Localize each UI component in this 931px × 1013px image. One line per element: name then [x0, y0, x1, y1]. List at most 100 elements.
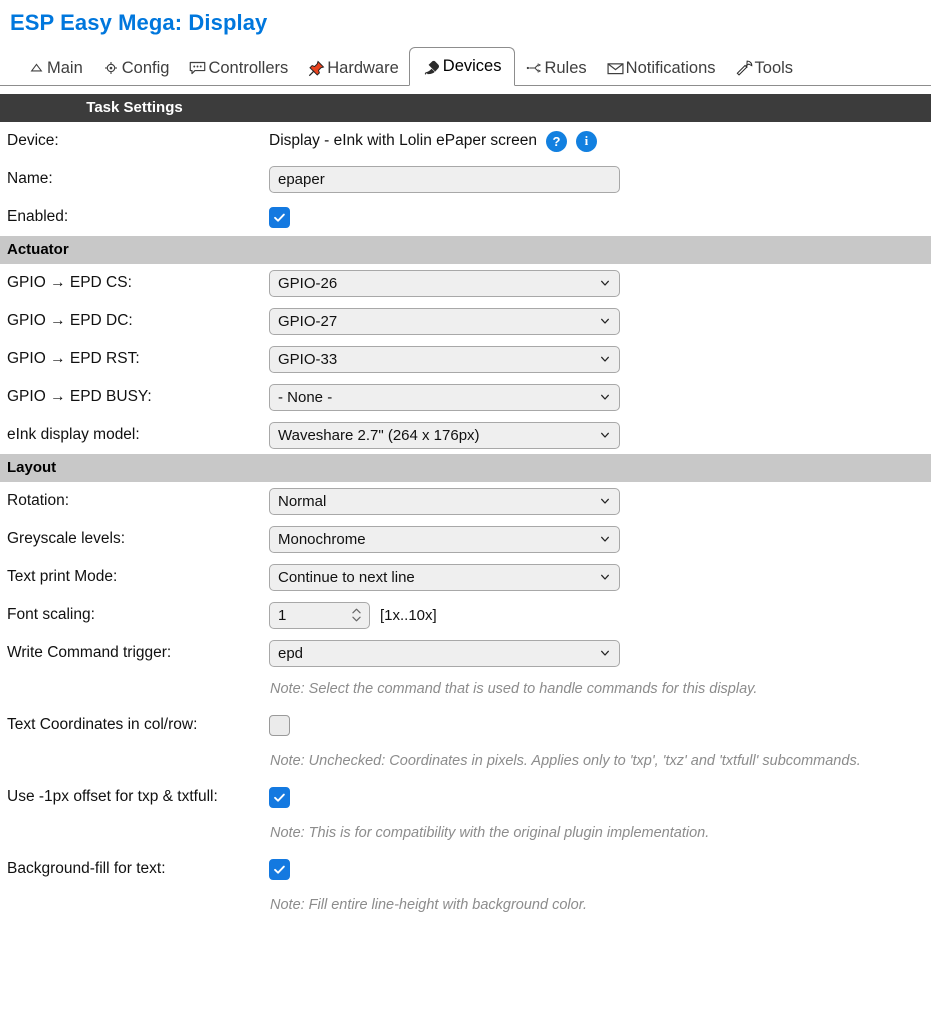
font-scaling-value: 1: [278, 606, 287, 624]
row-background-fill-note: Note: Fill entire line-height with backg…: [0, 888, 931, 922]
pin-icon: [307, 60, 326, 77]
write-command-trigger-label: Write Command trigger:: [7, 643, 172, 661]
gear-icon: [102, 60, 121, 77]
tab-main[interactable]: Main: [18, 51, 93, 85]
font-scaling-stepper[interactable]: 1: [269, 601, 370, 629]
chevron-down-icon: [601, 318, 609, 324]
row-greyscale: Greyscale levels: Monochrome: [0, 520, 931, 558]
font-scaling-label: Font scaling:: [7, 605, 95, 623]
rotation-label: Rotation:: [7, 491, 70, 509]
text-print-mode-select[interactable]: Continue to next line: [269, 563, 620, 591]
tab-config[interactable]: Config: [93, 51, 180, 85]
enabled-label: Enabled:: [7, 207, 69, 225]
tab-controllers[interactable]: Controllers: [179, 51, 298, 85]
background-fill-label: Background-fill for text:: [7, 859, 166, 877]
tab-hardware[interactable]: Hardware: [298, 51, 409, 85]
text-coordinates-checkbox[interactable]: [269, 714, 290, 736]
tab-rules[interactable]: Rules: [515, 51, 596, 85]
row-epd-cs: GPIO → EPD CS: GPIO-26: [0, 264, 931, 302]
tab-tools-label: Tools: [754, 58, 794, 77]
eink-model-select[interactable]: Waveshare 2.7" (264 x 176px): [269, 421, 620, 449]
epd-busy-select[interactable]: - None -: [269, 383, 620, 411]
enabled-checkbox[interactable]: [269, 206, 290, 228]
tab-rules-label: Rules: [544, 58, 587, 77]
row-device: Device: Display - eInk with Lolin ePaper…: [0, 122, 931, 160]
greyscale-label: Greyscale levels:: [7, 529, 126, 547]
row-epd-rst: GPIO → EPD RST: GPIO-33: [0, 340, 931, 378]
text-print-mode-label: Text print Mode:: [7, 567, 118, 585]
offset-checkbox[interactable]: [269, 786, 290, 808]
write-command-trigger-select[interactable]: epd: [269, 639, 620, 667]
tab-main-label: Main: [47, 58, 83, 77]
eink-model-value: Waveshare 2.7" (264 x 176px): [278, 426, 480, 444]
eink-model-label: eInk display model:: [7, 425, 140, 443]
row-text-coordinates: Text Coordinates in col/row:: [0, 706, 931, 744]
tab-hardware-label: Hardware: [327, 58, 399, 77]
epd-dc-select[interactable]: GPIO-27: [269, 307, 620, 335]
help-icon[interactable]: ?: [545, 130, 567, 152]
row-write-command-trigger: Write Command trigger: epd: [0, 634, 931, 672]
text-coordinates-label: Text Coordinates in col/row:: [7, 715, 198, 733]
home-icon: [27, 60, 46, 77]
rotation-value: Normal: [278, 492, 327, 510]
chevron-down-icon: [601, 394, 609, 400]
wrench-icon: [735, 60, 754, 77]
epd-dc-value: GPIO-27: [278, 312, 338, 330]
row-offset: Use -1px offset for txp & txtfull:: [0, 778, 931, 816]
epd-cs-label: GPIO → EPD CS:: [7, 273, 132, 291]
offset-label: Use -1px offset for txp & txtfull:: [7, 787, 218, 805]
greyscale-value: Monochrome: [278, 530, 366, 548]
epd-rst-label: GPIO → EPD RST:: [7, 349, 140, 367]
write-command-trigger-note: Note: Select the command that is used to…: [270, 681, 758, 697]
row-epd-dc: GPIO → EPD DC: GPIO-27: [0, 302, 931, 340]
epd-rst-value: GPIO-33: [278, 350, 338, 368]
epd-dc-label: GPIO → EPD DC:: [7, 311, 133, 329]
envelope-icon: [606, 60, 625, 77]
layout-section-title: Layout: [0, 454, 931, 482]
row-eink-model: eInk display model: Waveshare 2.7" (264 …: [0, 416, 931, 454]
font-scaling-hint: [1x..10x]: [380, 606, 437, 624]
page-title: ESP Easy Mega: Display: [10, 10, 268, 35]
row-rotation: Rotation: Normal: [0, 482, 931, 520]
plug-icon: [423, 58, 442, 75]
row-enabled: Enabled:: [0, 198, 931, 236]
epd-rst-select[interactable]: GPIO-33: [269, 345, 620, 373]
main-tab-bar: Main Config Controllers Hardware Devices…: [0, 47, 931, 86]
offset-note: Note: This is for compatibility with the…: [270, 825, 710, 841]
background-fill-note: Note: Fill entire line-height with backg…: [270, 897, 588, 913]
device-value: Display - eInk with Lolin ePaper screen: [269, 132, 537, 149]
row-name: Name:: [0, 160, 931, 198]
chevron-down-icon: [601, 650, 609, 656]
info-icon[interactable]: i: [575, 130, 597, 152]
chevron-down-icon: [601, 432, 609, 438]
write-command-trigger-value: epd: [278, 644, 304, 662]
tab-devices[interactable]: Devices: [408, 47, 516, 86]
device-label: Device:: [7, 131, 59, 149]
rotation-select[interactable]: Normal: [269, 487, 620, 515]
task-settings-header-bar: Task Settings: [0, 94, 931, 122]
row-offset-note: Note: This is for compatibility with the…: [0, 816, 931, 850]
tab-devices-label: Devices: [442, 57, 502, 76]
row-text-coordinates-note: Note: Unchecked: Coordinates in pixels. …: [0, 744, 931, 778]
name-input[interactable]: [269, 165, 620, 193]
epd-cs-value: GPIO-26: [278, 274, 338, 292]
row-write-command-note: Note: Select the command that is used to…: [0, 672, 931, 706]
epd-cs-select[interactable]: GPIO-26: [269, 269, 620, 297]
check-icon: [274, 865, 285, 874]
row-font-scaling: Font scaling: 1 [1x..10x]: [0, 596, 931, 634]
greyscale-select[interactable]: Monochrome: [269, 525, 620, 553]
stepper-arrows-icon[interactable]: [352, 608, 361, 622]
tab-tools[interactable]: Tools: [726, 51, 804, 85]
background-fill-checkbox[interactable]: [269, 858, 290, 880]
chat-icon: [188, 60, 207, 77]
actuator-section-title: Actuator: [0, 236, 931, 264]
tab-controllers-label: Controllers: [208, 58, 289, 77]
row-epd-busy: GPIO → EPD BUSY: - None -: [0, 378, 931, 416]
name-label: Name:: [7, 169, 53, 187]
text-print-mode-value: Continue to next line: [278, 568, 415, 586]
chevron-down-icon: [601, 574, 609, 580]
tab-config-label: Config: [121, 58, 170, 77]
row-background-fill: Background-fill for text:: [0, 850, 931, 888]
tab-notifications[interactable]: Notifications: [597, 51, 726, 85]
chevron-down-icon: [601, 280, 609, 286]
